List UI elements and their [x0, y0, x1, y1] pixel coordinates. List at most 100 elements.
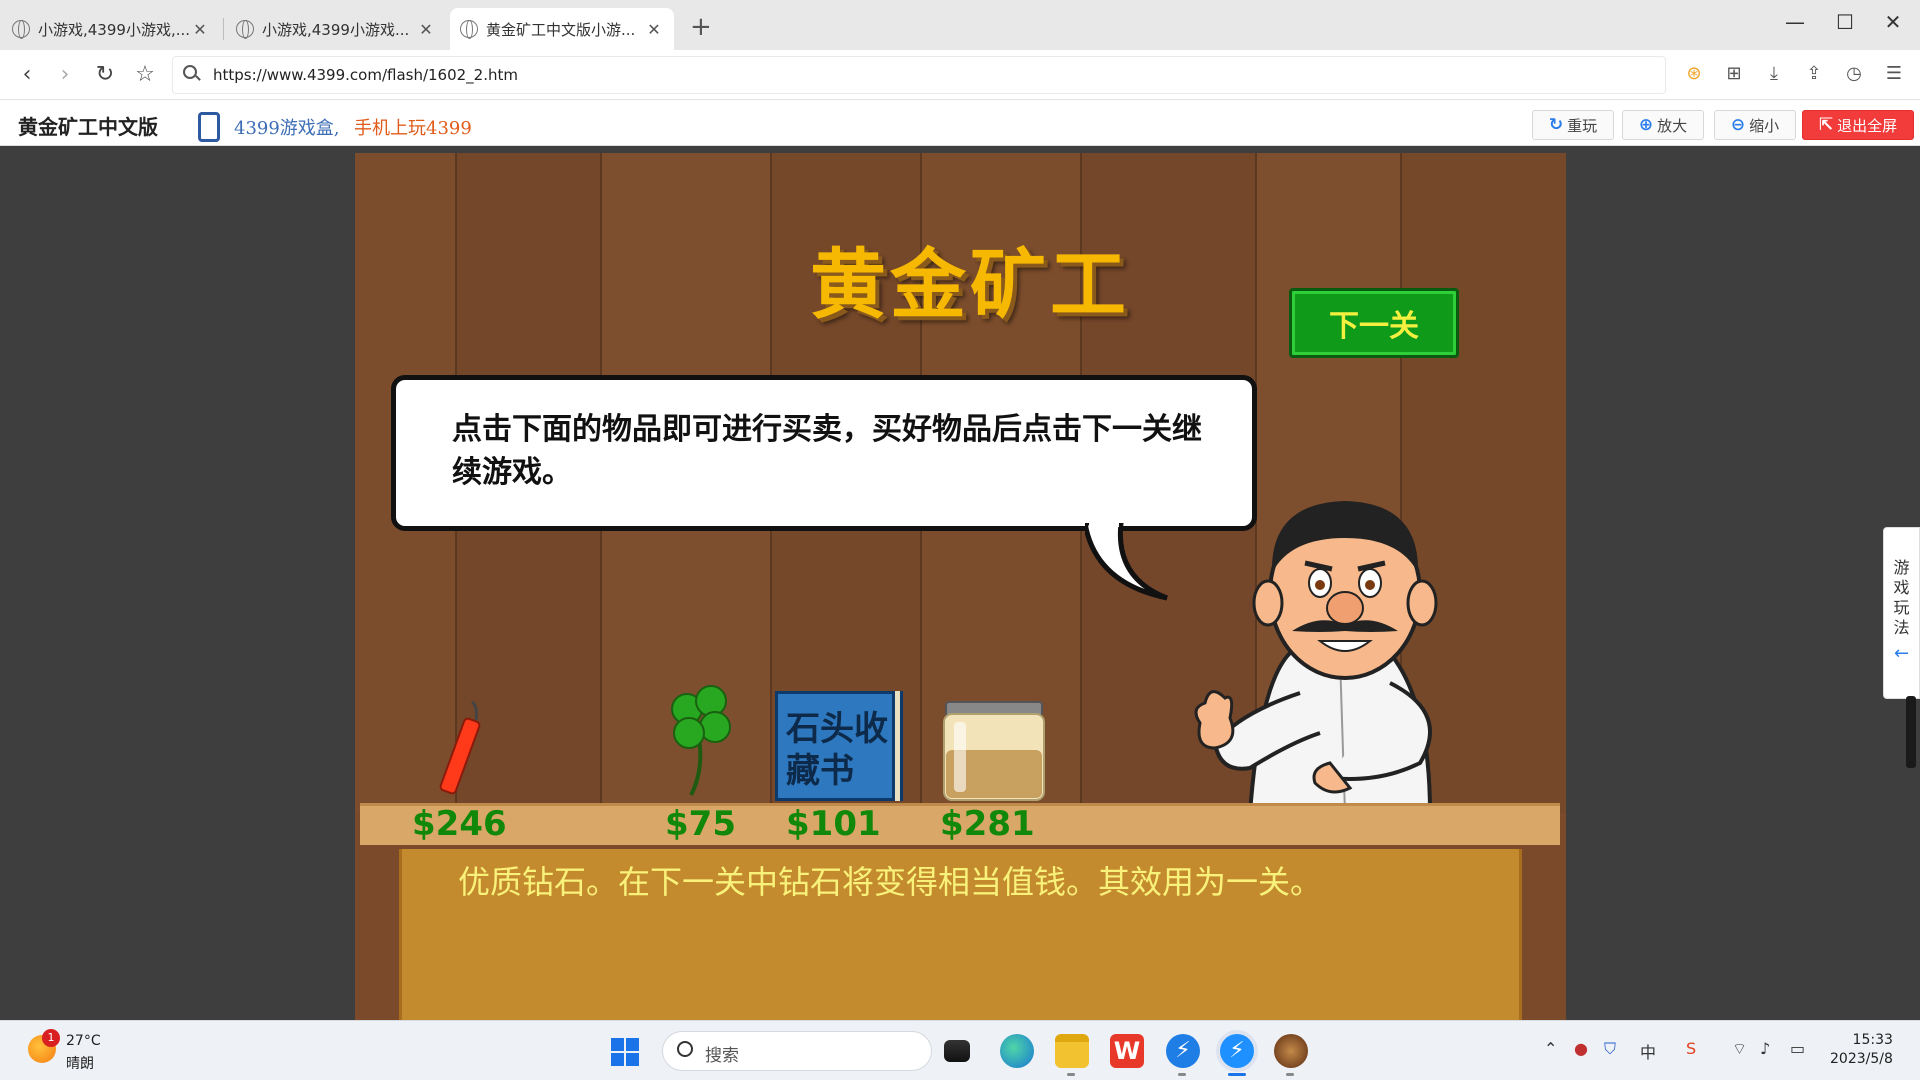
tab-divider [223, 18, 224, 40]
book-text-line2: 藏书 [786, 751, 854, 791]
side-indicator [1906, 696, 1916, 768]
game-app-icon[interactable] [1274, 1034, 1308, 1068]
globe-icon [236, 20, 254, 39]
search-icon [677, 1041, 693, 1057]
new-tab-button[interactable]: + [690, 12, 712, 42]
tab-label: 小游戏,4399小游戏,... [38, 20, 190, 39]
address-bar: ‹ › ↻ ☆ https://www.4399.com/flash/1602_… [0, 50, 1920, 100]
shield-icon[interactable]: ⛉ [1604, 1039, 1616, 1059]
game-controller-icon[interactable]: ⊛ [1682, 63, 1706, 87]
chevron-up-icon[interactable]: ⌃ [1544, 1039, 1557, 1058]
speech-bubble-tail [1085, 523, 1168, 601]
clover-item[interactable] [663, 683, 743, 803]
promo-text[interactable]: 4399游戏盒, [234, 114, 340, 140]
browser-tab-1[interactable]: 小游戏,4399小游戏,... ✕ [2, 8, 220, 50]
browser-app-icon[interactable]: ⚡ [1220, 1034, 1254, 1068]
replay-label: 重玩 [1567, 116, 1598, 135]
dialog-text: 点击下面的物品即可进行买卖，买好物品后点击下一关继续游戏。 [452, 412, 1202, 490]
close-tab-icon[interactable]: ✕ [190, 20, 210, 39]
download-icon[interactable]: ⤓ [1762, 63, 1786, 87]
game-title: 黄金矿工 [810, 240, 1130, 329]
close-window-button[interactable]: ✕ [1870, 10, 1916, 34]
app-icon[interactable]: ⚡ [1166, 1034, 1200, 1068]
file-explorer-icon[interactable] [1055, 1034, 1089, 1068]
zoom-in-button[interactable]: ⊕ 放大 [1622, 110, 1704, 140]
temperature: 27°C [66, 1033, 101, 1049]
shopkeeper-character [1194, 501, 1438, 813]
zoom-out-button[interactable]: ⊖ 缩小 [1714, 110, 1796, 140]
guide-char: 玩 [1893, 598, 1910, 617]
browser-tab-2[interactable]: 小游戏,4399小游戏... ✕ [226, 8, 446, 50]
search-icon [183, 65, 197, 79]
replay-icon: ↻ [1548, 115, 1564, 135]
guide-char: 戏 [1893, 578, 1910, 597]
zoom-out-icon: ⊖ [1730, 115, 1746, 135]
active-indicator [1228, 1073, 1246, 1076]
dynamite-item[interactable] [430, 698, 500, 798]
volume-icon[interactable]: ♪ [1760, 1039, 1770, 1058]
speech-bubble: 点击下面的物品即可进行买卖，买好物品后点击下一关继续游戏。 [391, 375, 1257, 531]
history-icon[interactable]: ◷ [1842, 63, 1866, 87]
back-button[interactable]: ‹ [12, 62, 42, 87]
arrow-left-icon: ← [1893, 643, 1910, 664]
item-description-panel: 优质钻石。在下一关中钻石将变得相当值钱。其效用为一关。 [399, 849, 1522, 1020]
weather-desc: 晴朗 [66, 1056, 94, 1072]
taskbar: 1 27°C 晴朗 搜索 W ⚡ ⚡ ⌃ ● ⛉ 中 S ⌔ ♪ ▭ 15:33… [0, 1020, 1920, 1080]
windows-logo-tile [611, 1038, 624, 1051]
ime-indicator[interactable]: 中 [1640, 1039, 1656, 1063]
game-header: 黄金矿工中文版 4399游戏盒, 手机上玩4399 ↻ 重玩 ⊕ 放大 ⊖ 缩小… [0, 100, 1920, 146]
url-text: https://www.4399.com/flash/1602_2.htm [213, 66, 518, 84]
time: 15:33 [1852, 1032, 1893, 1048]
zoom-out-label: 缩小 [1749, 116, 1780, 135]
menu-icon[interactable]: ☰ [1882, 63, 1906, 87]
edge-browser-icon[interactable] [1000, 1034, 1034, 1068]
minimize-button[interactable]: — [1772, 10, 1818, 34]
favorite-star-icon[interactable]: ☆ [130, 62, 160, 87]
price-clover: $75 [665, 804, 736, 844]
next-level-button[interactable]: 下一关 [1289, 288, 1459, 358]
stone-book-item[interactable]: 石头收 藏书 [775, 691, 895, 801]
tab-bar: 小游戏,4399小游戏,... ✕ 小游戏,4399小游戏... ✕ 黄金矿工中… [0, 0, 1920, 50]
jar-item[interactable] [940, 698, 1050, 803]
close-tab-icon[interactable]: ✕ [416, 20, 436, 39]
share-icon[interactable]: ⇪ [1802, 63, 1826, 87]
exit-fullscreen-button[interactable]: ⇱ 退出全屏 [1802, 110, 1914, 140]
close-tab-icon[interactable]: ✕ [644, 20, 664, 39]
windows-logo-tile [626, 1038, 639, 1051]
guide-char: 游 [1893, 558, 1910, 577]
promo-link[interactable]: 手机上玩4399 [354, 114, 472, 140]
taskbar-search[interactable]: 搜索 [662, 1031, 932, 1071]
tray-app-icon[interactable]: ● [1574, 1039, 1588, 1058]
next-level-label: 下一关 [1329, 309, 1419, 344]
item-description: 优质钻石。在下一关中钻石将变得相当值钱。其效用为一关。 [458, 863, 1323, 901]
tab-label: 小游戏,4399小游戏... [262, 20, 410, 39]
date: 2023/5/8 [1830, 1051, 1893, 1067]
replay-button[interactable]: ↻ 重玩 [1532, 110, 1614, 140]
browser-tab-3-active[interactable]: 黄金矿工中文版小游... ✕ [450, 8, 674, 50]
maximize-button[interactable]: ☐ [1822, 10, 1868, 34]
game-guide-tab[interactable]: 游 戏 玩 法 ← [1883, 527, 1920, 699]
start-button[interactable] [611, 1038, 639, 1066]
running-indicator [1067, 1073, 1075, 1076]
windows-logo-tile [611, 1053, 624, 1066]
task-view-icon[interactable] [944, 1040, 970, 1062]
zoom-in-icon: ⊕ [1638, 115, 1654, 135]
wifi-icon[interactable]: ⌔ [1732, 1039, 1747, 1059]
url-field[interactable]: https://www.4399.com/flash/1602_2.htm [172, 56, 1666, 94]
game-page-title: 黄金矿工中文版 [18, 115, 158, 139]
forward-button[interactable]: › [50, 62, 80, 87]
notification-badge: 1 [42, 1029, 60, 1047]
guide-char: 法 [1893, 618, 1910, 637]
reload-button[interactable]: ↻ [90, 62, 120, 87]
clock[interactable]: 15:33 2023/5/8 [1830, 1031, 1893, 1069]
input-method-icon[interactable]: S [1686, 1039, 1696, 1058]
wps-icon[interactable]: W [1110, 1034, 1144, 1068]
running-indicator [1178, 1073, 1186, 1076]
globe-icon [12, 20, 30, 39]
search-placeholder: 搜索 [705, 1046, 739, 1066]
tab-label: 黄金矿工中文版小游... [486, 20, 636, 39]
extensions-icon[interactable]: ⊞ [1722, 63, 1746, 87]
book-text-line1: 石头收 [786, 709, 888, 749]
battery-icon[interactable]: ▭ [1790, 1039, 1805, 1058]
game-canvas[interactable]: 黄金矿工 下一关 点击下面的物品即可进行买卖，买好物品后点击下一关继续游戏。 石… [355, 153, 1566, 1020]
